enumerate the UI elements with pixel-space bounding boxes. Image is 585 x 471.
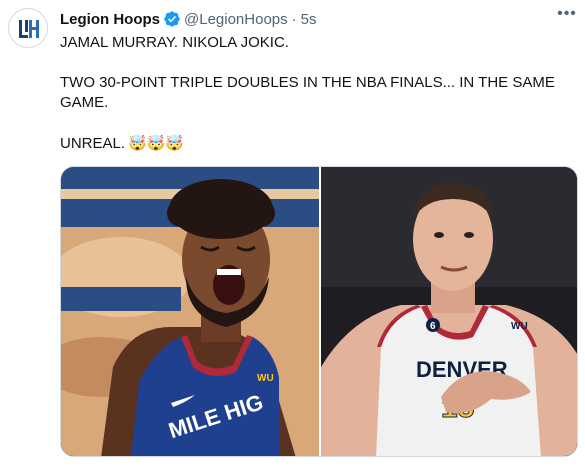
verified-badge-icon (163, 10, 181, 28)
avatar[interactable] (8, 8, 48, 48)
jersey-patch: WU (511, 321, 528, 332)
tweet-text-line: TWO 30-POINT TRIPLE DOUBLES IN THE NBA F… (60, 74, 555, 91)
tweet-text-line: GAME. (60, 94, 109, 111)
more-options-icon[interactable]: ••• (556, 6, 578, 28)
separator-dot: · (291, 10, 297, 28)
tweet-text-unreal: UNREAL. (60, 135, 126, 152)
timestamp[interactable]: 5s (301, 11, 317, 28)
author-handle[interactable]: @LegionHoops (184, 11, 288, 28)
tweet-header: Legion Hoops @LegionHoops · 5s (60, 9, 316, 29)
legion-hoops-logo (10, 10, 47, 47)
tweet-text-line: UNREAL. 🤯🤯🤯 (60, 133, 184, 154)
exploding-head-emoji: 🤯🤯🤯 (128, 134, 185, 152)
photo-jamal-murray[interactable]: MILE HIG WU (61, 167, 319, 457)
tweet-text-line: JAMAL MURRAY. NIKOLA JOKIC. (60, 34, 289, 51)
jersey-patch: WU (257, 373, 274, 384)
photo-nikola-jokic[interactable]: DENVER 15 6 WU (321, 167, 578, 457)
author-name[interactable]: Legion Hoops (60, 11, 160, 28)
tweet-media[interactable]: MILE HIG WU DENVER 6 WU (60, 166, 578, 457)
tweet-card[interactable]: Legion Hoops @LegionHoops · 5s ••• JAMAL… (0, 0, 585, 471)
finals-patch: 6 (430, 321, 436, 332)
